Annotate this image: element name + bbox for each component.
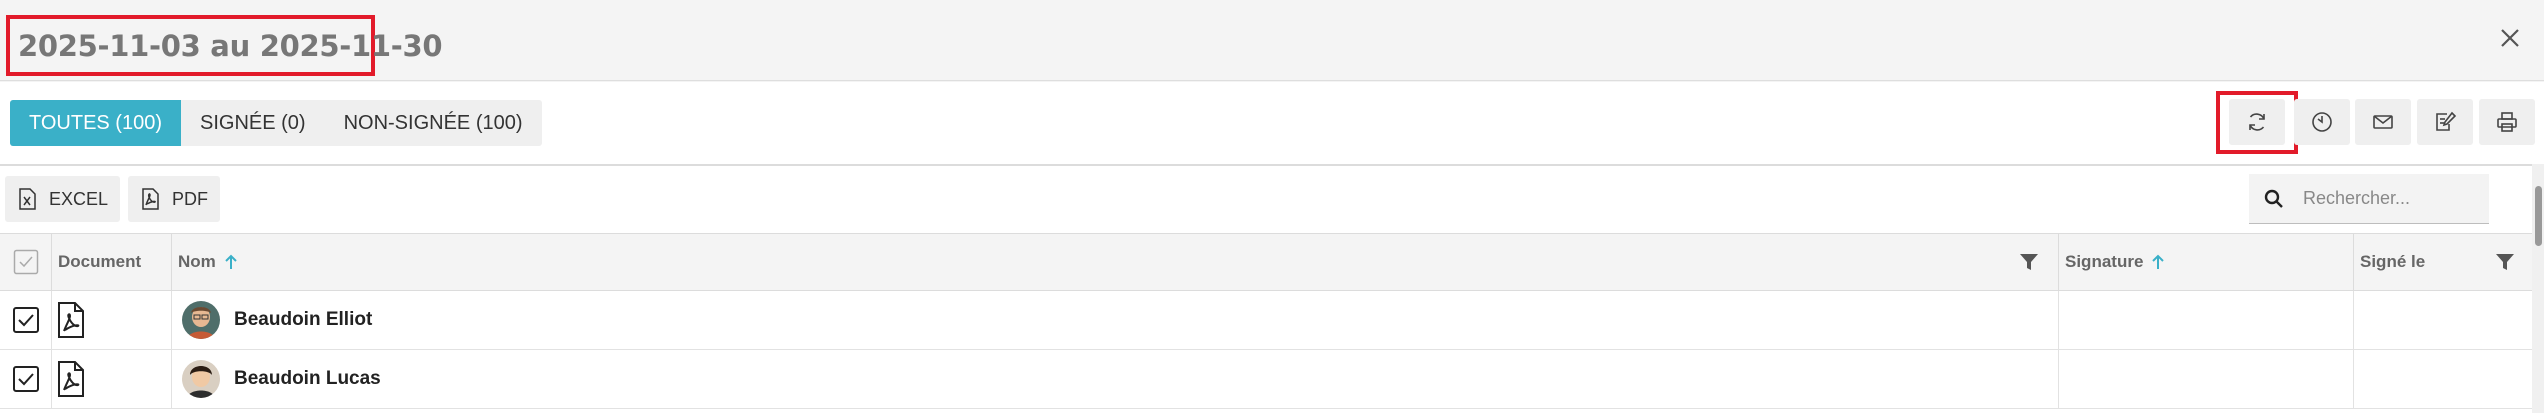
row-checkbox[interactable]: [12, 365, 40, 393]
document-cell: [52, 350, 172, 408]
column-nom-label: Nom: [178, 252, 216, 271]
column-nom[interactable]: Nom: [172, 234, 2059, 290]
signed-date-cell: [2354, 291, 2532, 349]
mail-icon: [2373, 115, 2393, 129]
select-all-checkbox[interactable]: [13, 249, 39, 275]
table-row[interactable]: Beaudoin Elliot: [0, 291, 2532, 350]
toolbar: TOUTES (100) SIGNÉE (0) NON-SIGNÉE (100): [0, 82, 2544, 164]
sort-ascending-icon: [225, 254, 237, 269]
row-select-cell: [0, 291, 52, 349]
filter-icon[interactable]: [2018, 251, 2040, 273]
excel-icon: [19, 188, 36, 210]
column-document-label: Document: [58, 252, 142, 271]
sign-button[interactable]: [2417, 99, 2473, 145]
name-cell: Beaudoin Lucas: [172, 350, 2059, 408]
refresh-button[interactable]: [2229, 99, 2285, 145]
name-cell: Beaudoin Elliot: [172, 291, 2059, 349]
close-icon: [2501, 29, 2519, 47]
column-document[interactable]: Document: [52, 234, 172, 290]
close-button[interactable]: [2494, 22, 2526, 54]
tab-signee[interactable]: SIGNÉE (0): [181, 100, 325, 146]
table-row[interactable]: Beaudoin Lucas: [0, 350, 2532, 409]
pdf-export-button[interactable]: PDF: [128, 176, 220, 222]
pdf-document-icon[interactable]: [56, 360, 86, 398]
row-checkbox[interactable]: [12, 306, 40, 334]
clock-icon: [2312, 112, 2332, 132]
column-signe-le-label: Signé le: [2360, 252, 2426, 271]
person-name: Beaudoin Lucas: [234, 368, 381, 389]
tab-toutes[interactable]: TOUTES (100): [10, 100, 181, 146]
filter-icon[interactable]: [2494, 251, 2516, 273]
document-cell: [52, 291, 172, 349]
refresh-icon: [2249, 113, 2265, 131]
title-highlight: 2025-11-03 au 2025-11-30: [6, 15, 443, 76]
print-button[interactable]: [2479, 99, 2535, 145]
pdf-label: PDF: [172, 188, 208, 209]
tab-non-signee[interactable]: NON-SIGNÉE (100): [325, 100, 542, 146]
sort-ascending-icon: [2152, 254, 2165, 269]
dialog-title: 2025-11-03 au 2025-11-30: [18, 28, 443, 63]
excel-label: EXCEL: [49, 188, 109, 209]
avatar: [182, 301, 220, 339]
email-button[interactable]: [2355, 99, 2411, 145]
select-all-cell: [0, 234, 52, 290]
pdf-document-icon[interactable]: [56, 301, 86, 339]
pdf-icon: [142, 188, 159, 210]
dialog-header: 2025-11-03 au 2025-11-30: [0, 0, 2544, 81]
excel-export-button[interactable]: EXCEL: [5, 176, 121, 222]
column-signe-le[interactable]: Signé le: [2354, 234, 2532, 290]
column-signature-label: Signature: [2065, 252, 2144, 271]
search-icon: [2264, 189, 2283, 208]
sign-edit-icon: [2436, 111, 2457, 131]
signed-date-cell: [2354, 350, 2532, 408]
search-input[interactable]: [2301, 187, 2475, 210]
avatar: [182, 360, 220, 398]
signature-cell: [2059, 350, 2354, 408]
table-header: Document Nom Signature Signé le: [0, 233, 2532, 291]
print-icon: [2497, 112, 2517, 132]
search-box: [2249, 174, 2489, 224]
row-select-cell: [0, 350, 52, 408]
column-signature[interactable]: Signature: [2059, 234, 2354, 290]
filter-tabs: TOUTES (100) SIGNÉE (0) NON-SIGNÉE (100): [10, 100, 542, 146]
person-name: Beaudoin Elliot: [234, 309, 373, 330]
signature-cell: [2059, 291, 2354, 349]
scrollbar-thumb[interactable]: [2535, 186, 2542, 246]
history-button[interactable]: [2294, 99, 2350, 145]
